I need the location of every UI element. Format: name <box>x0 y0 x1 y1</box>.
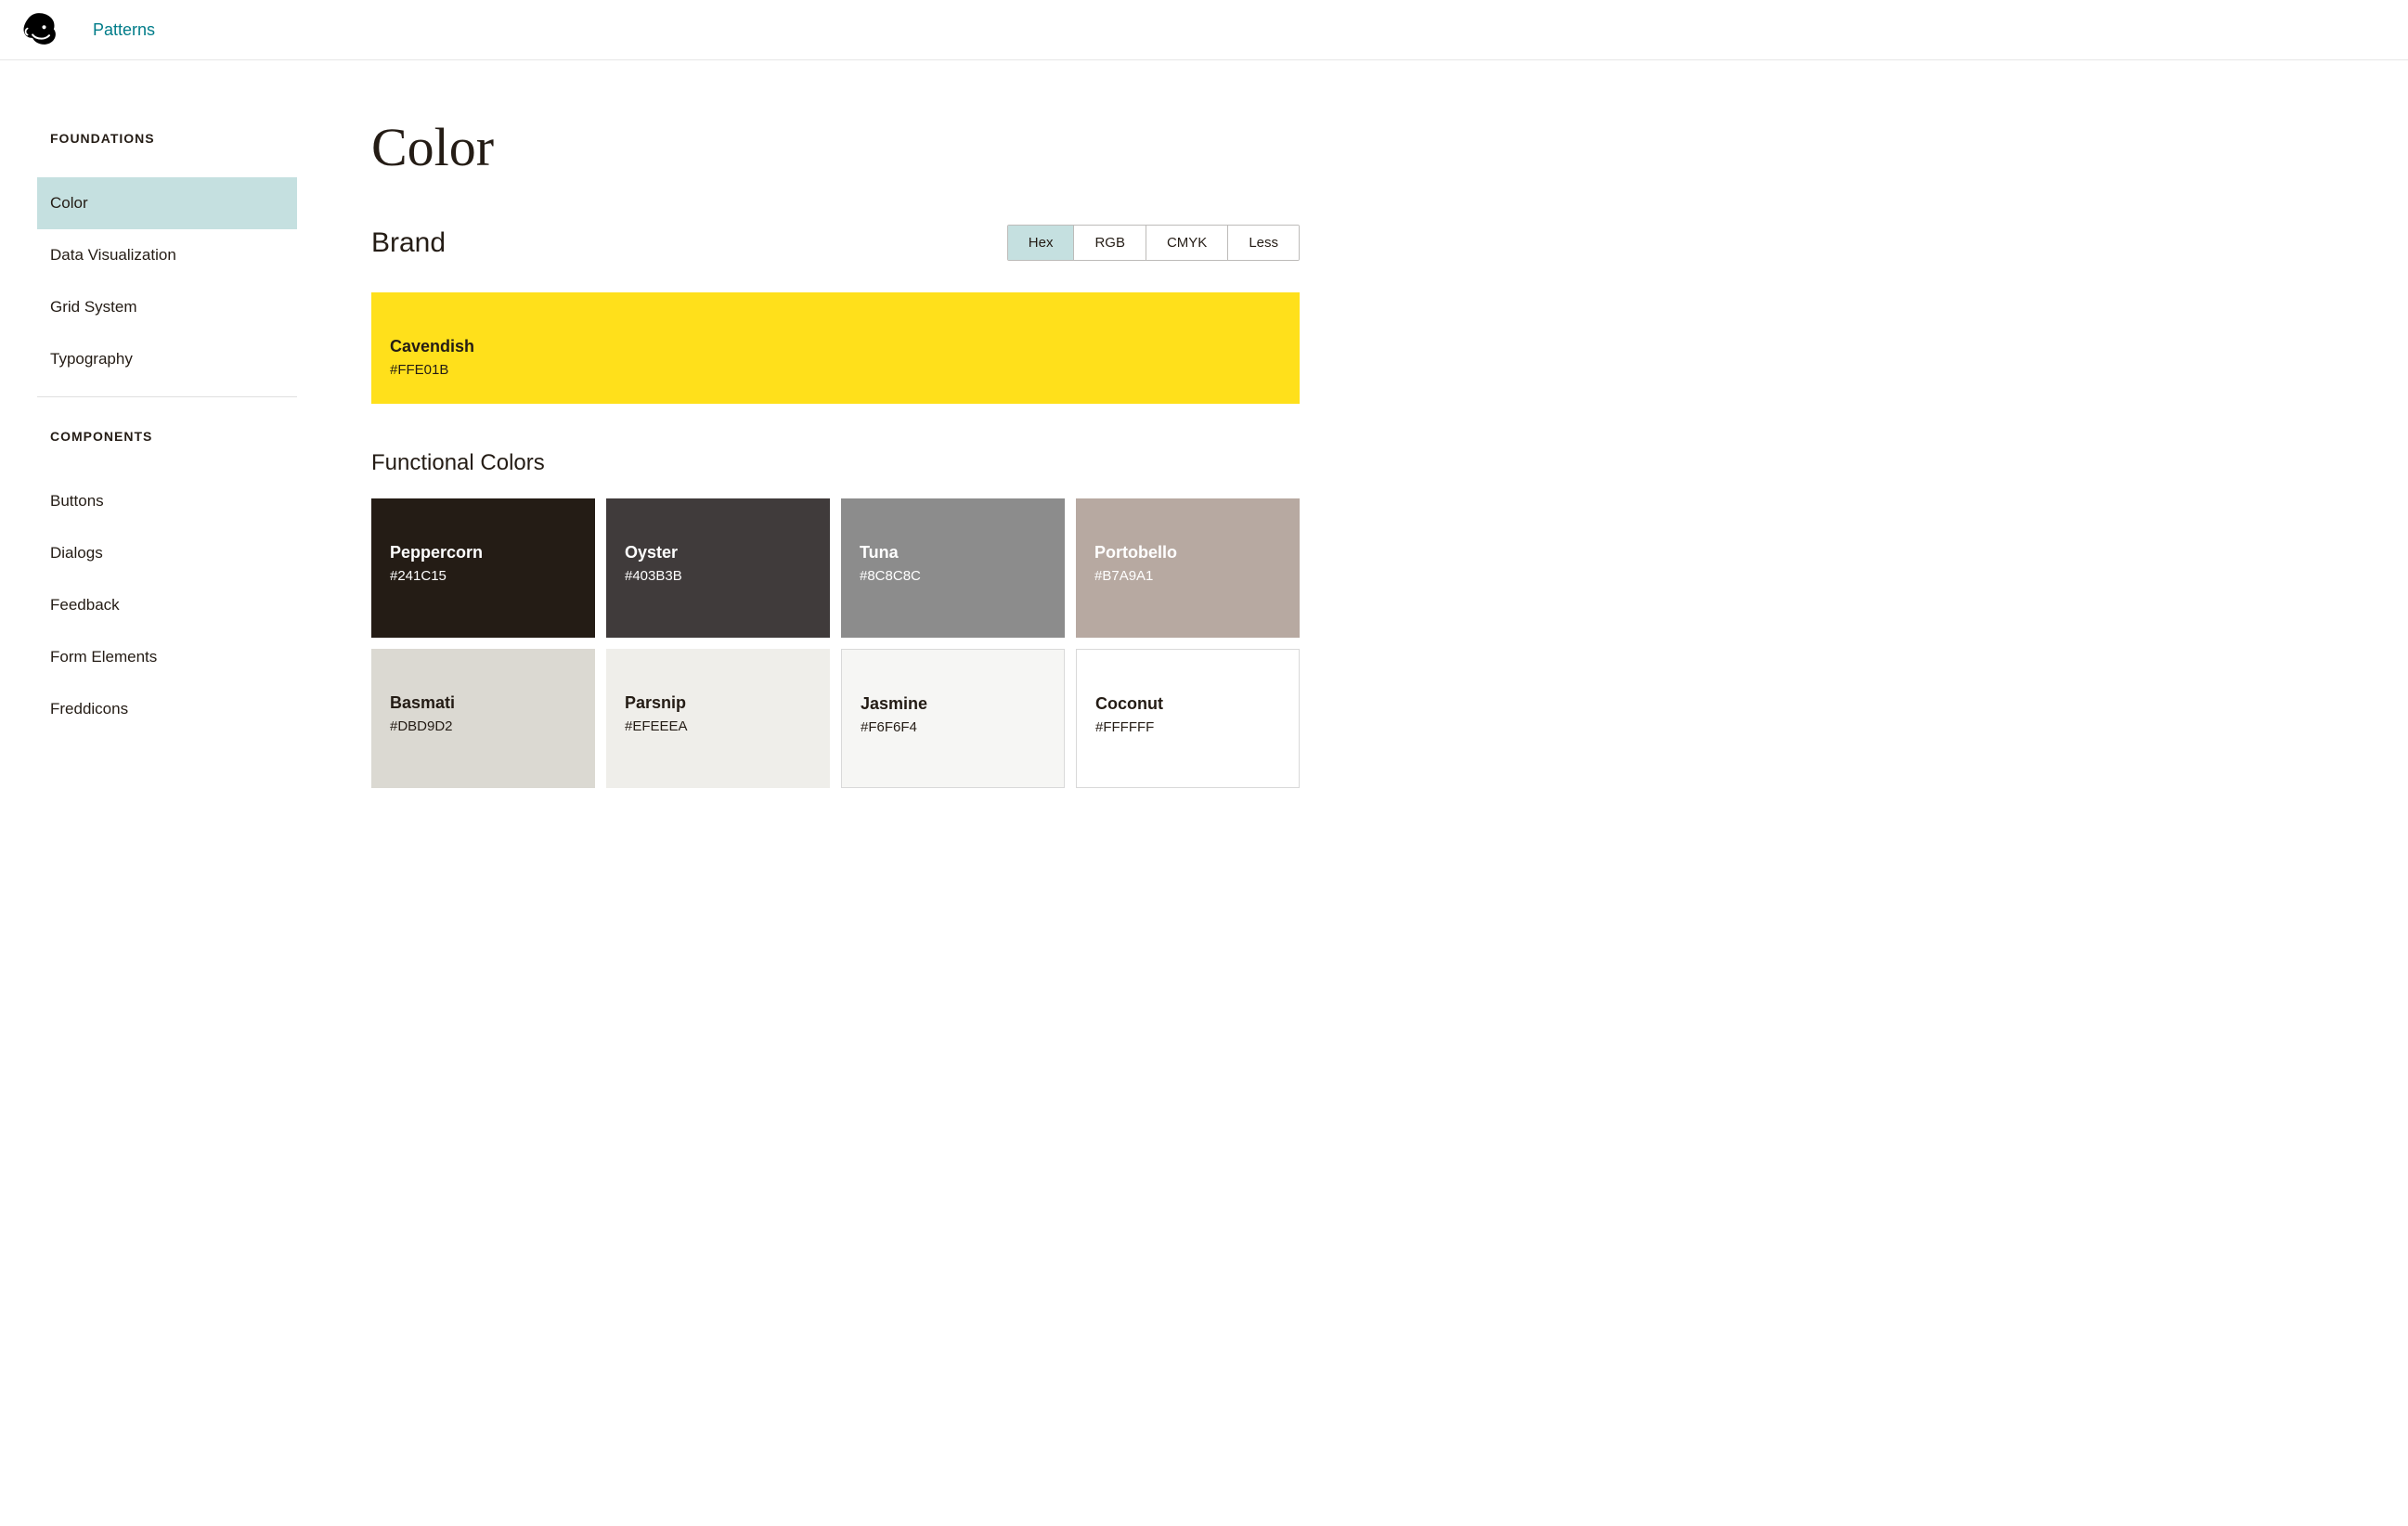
swatch-value: #F6F6F4 <box>861 719 1045 735</box>
layout: FOUNDATIONS Color Data Visualization Gri… <box>0 60 2408 825</box>
functional-swatch-jasmine: Jasmine #F6F6F4 <box>841 649 1065 788</box>
swatch-name: Peppercorn <box>390 543 576 563</box>
functional-swatch-basmati: Basmati #DBD9D2 <box>371 649 595 788</box>
swatch-name: Tuna <box>860 543 1046 563</box>
swatch-value: #FFE01B <box>390 362 1281 378</box>
swatch-value: #DBD9D2 <box>390 718 576 734</box>
brand-swatch-cavendish: Cavendish #FFE01B <box>371 292 1300 404</box>
swatch-name: Oyster <box>625 543 811 563</box>
page-title: Color <box>371 116 1300 178</box>
sidebar-item-dialogs[interactable]: Dialogs <box>37 527 297 579</box>
toggle-cmyk[interactable]: CMYK <box>1146 226 1227 260</box>
sidebar-item-color[interactable]: Color <box>37 177 297 229</box>
swatch-value: #241C15 <box>390 568 576 584</box>
swatch-name: Basmati <box>390 693 576 713</box>
functional-swatch-peppercorn: Peppercorn #241C15 <box>371 498 595 638</box>
swatch-value: #EFEEEA <box>625 718 811 734</box>
functional-section-title: Functional Colors <box>371 450 1300 476</box>
swatch-name: Portobello <box>1094 543 1281 563</box>
format-toggle-group: Hex RGB CMYK Less <box>1007 225 1300 261</box>
mailchimp-logo-icon[interactable] <box>19 9 59 50</box>
sidebar-item-feedback[interactable]: Feedback <box>37 579 297 631</box>
functional-swatch-grid: Peppercorn #241C15 Oyster #403B3B Tuna #8C8C8… <box>371 498 1300 788</box>
sidebar-item-grid-system[interactable]: Grid System <box>37 281 297 333</box>
sidebar-item-buttons[interactable]: Buttons <box>37 475 297 527</box>
patterns-link[interactable]: Patterns <box>93 20 155 40</box>
toggle-rgb[interactable]: RGB <box>1073 226 1146 260</box>
functional-swatch-parsnip: Parsnip #EFEEEA <box>606 649 830 788</box>
swatch-name: Coconut <box>1095 694 1280 714</box>
topbar: Patterns <box>0 0 2408 60</box>
swatch-value: #8C8C8C <box>860 568 1046 584</box>
swatch-name: Jasmine <box>861 694 1045 714</box>
sidebar-item-freddicons[interactable]: Freddicons <box>37 683 297 735</box>
brand-section-title: Brand <box>371 227 446 259</box>
sidebar-item-typography[interactable]: Typography <box>37 333 297 385</box>
swatch-value: #FFFFFF <box>1095 719 1280 735</box>
sidebar: FOUNDATIONS Color Data Visualization Gri… <box>37 116 297 788</box>
functional-swatch-tuna: Tuna #8C8C8C <box>841 498 1065 638</box>
sidebar-item-form-elements[interactable]: Form Elements <box>37 631 297 683</box>
sidebar-section-foundations-title: FOUNDATIONS <box>37 116 297 161</box>
toggle-hex[interactable]: Hex <box>1008 226 1074 260</box>
toggle-less[interactable]: Less <box>1227 226 1299 260</box>
functional-swatch-portobello: Portobello #B7A9A1 <box>1076 498 1300 638</box>
functional-swatch-oyster: Oyster #403B3B <box>606 498 830 638</box>
sidebar-divider <box>37 396 297 397</box>
swatch-name: Parsnip <box>625 693 811 713</box>
functional-swatch-coconut: Coconut #FFFFFF <box>1076 649 1300 788</box>
swatch-name: Cavendish <box>390 337 1281 356</box>
swatch-value: #403B3B <box>625 568 811 584</box>
sidebar-section-components-title: COMPONENTS <box>37 414 297 459</box>
brand-section-header: Brand Hex RGB CMYK Less <box>371 225 1300 261</box>
sidebar-item-data-visualization[interactable]: Data Visualization <box>37 229 297 281</box>
main-content: Color Brand Hex RGB CMYK Less Cavendish … <box>371 116 1300 788</box>
swatch-value: #B7A9A1 <box>1094 568 1281 584</box>
